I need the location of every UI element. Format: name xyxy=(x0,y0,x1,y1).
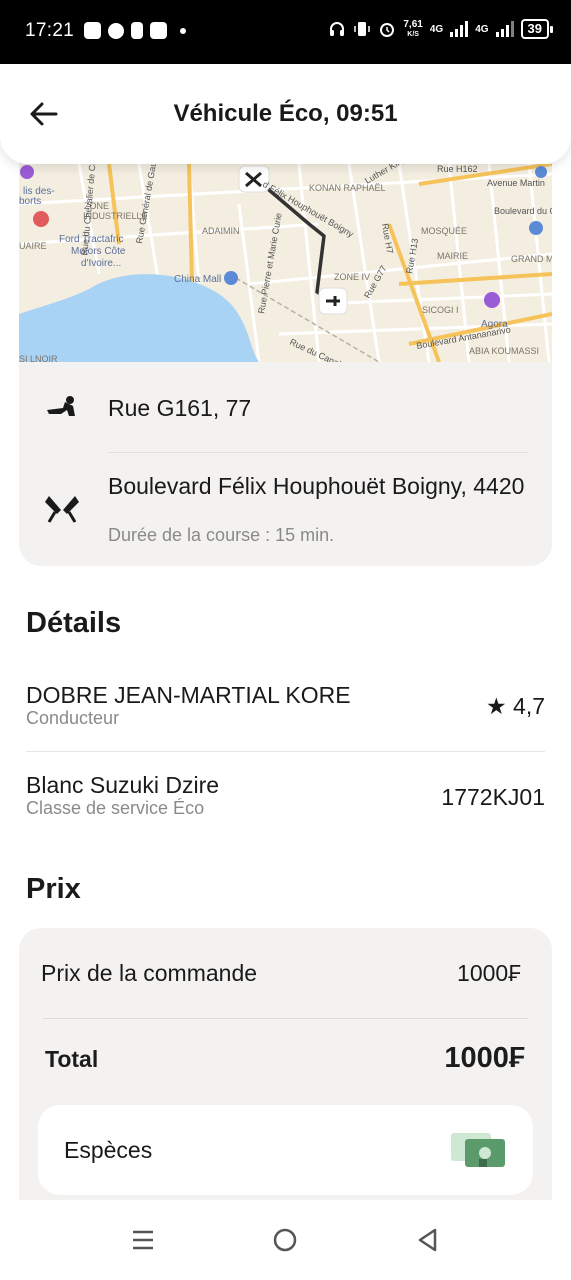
payment-method-label: Espèces xyxy=(64,1137,153,1163)
notification-icons xyxy=(84,22,186,39)
svg-text:MOSQUÉE: MOSQUÉE xyxy=(421,226,467,236)
destination-flags-icon xyxy=(45,496,79,523)
signal-icon-1 xyxy=(450,21,469,37)
price-card: Prix de la commande 1000₣ Total 1000₣ Es… xyxy=(19,928,552,1218)
headset-icon xyxy=(330,22,345,36)
svg-text:Avenue Martin: Avenue Martin xyxy=(487,178,545,188)
pickup-address: Rue G161, 77 xyxy=(108,395,252,421)
youtube-icon xyxy=(84,22,101,39)
payment-method[interactable]: Espèces xyxy=(38,1105,533,1195)
page-title: Véhicule Éco, 09:51 xyxy=(173,100,398,127)
pickup-person-icon xyxy=(47,396,75,416)
price-divider xyxy=(43,1018,528,1019)
order-price-label: Prix de la commande xyxy=(41,960,258,986)
svg-text:ADAIMIN: ADAIMIN xyxy=(202,226,240,236)
app-notification-icon xyxy=(150,22,167,39)
svg-text:Ford Tractafric: Ford Tractafric xyxy=(59,234,123,245)
svg-text:SICOGI I: SICOGI I xyxy=(422,305,459,315)
cash-icon xyxy=(451,1133,505,1167)
total-value: 1000₣ xyxy=(444,1042,525,1074)
alarm-icon xyxy=(380,23,395,37)
svg-text:UAIRE: UAIRE xyxy=(19,241,47,251)
network-type-2: 4G xyxy=(475,23,489,35)
more-notifications-icon xyxy=(180,27,186,34)
vibrate-icon xyxy=(354,22,371,36)
svg-text:Rue H162: Rue H162 xyxy=(437,164,478,174)
route-map[interactable]: ZONE INDUSTRIELLE ADAIMIN KONAN RAPHAËL … xyxy=(19,164,552,362)
home-icon[interactable] xyxy=(265,1220,305,1260)
svg-text:borts: borts xyxy=(19,196,41,207)
svg-text:SI LNOIR: SI LNOIR xyxy=(19,354,58,362)
back-nav-icon[interactable] xyxy=(408,1220,448,1260)
svg-text:GRAND M: GRAND M xyxy=(511,254,552,264)
network-speed: 7,61 K/S xyxy=(403,18,423,38)
network-type-1: 4G xyxy=(429,23,444,35)
svg-text:d'Ivoire...: d'Ivoire... xyxy=(81,258,121,269)
status-time: 17:21 xyxy=(25,20,75,41)
svg-text:KONAN RAPHAËL: KONAN RAPHAËL xyxy=(309,183,386,193)
driver-role: Conducteur xyxy=(26,708,120,728)
details-title: Détails xyxy=(26,607,122,639)
destination-address: Boulevard Félix Houphouët Boigny, 4420 xyxy=(108,473,525,499)
order-price-value: 1000₣ xyxy=(457,960,521,986)
total-label: Total xyxy=(45,1046,99,1072)
service-class: Classe de service Éco xyxy=(26,798,205,818)
svg-text:MAIRIE: MAIRIE xyxy=(437,251,468,261)
svg-text:China Mall: China Mall xyxy=(174,274,221,285)
top-header: Véhicule Éco, 09:51 xyxy=(0,64,571,164)
price-title: Prix xyxy=(26,873,81,905)
route-card: ZONE INDUSTRIELLE ADAIMIN KONAN RAPHAËL … xyxy=(19,120,552,566)
download-icon xyxy=(131,22,143,39)
driver-rating: ★ 4,7 xyxy=(486,693,545,719)
route-divider xyxy=(108,452,528,453)
svg-text:ABIA KOUMASSI: ABIA KOUMASSI xyxy=(469,346,539,356)
battery-indicator: 39 xyxy=(520,19,554,39)
snapchat-icon xyxy=(108,22,124,39)
svg-text:Boulevard du Gabon: Boulevard du Gabon xyxy=(494,206,552,216)
system-nav-bar xyxy=(0,1200,571,1280)
svg-text:ZONE IV: ZONE IV xyxy=(334,272,370,282)
driver-name: DOBRE JEAN-MARTIAL KORE xyxy=(26,682,351,708)
signal-icon-2 xyxy=(495,21,514,37)
recent-apps-icon[interactable] xyxy=(123,1220,163,1260)
status-bar: 17:21 7,61 K/S 4G 4G 39 xyxy=(0,0,571,64)
license-plate: 1772KJ01 xyxy=(441,784,545,810)
map-graphic: ZONE INDUSTRIELLE ADAIMIN KONAN RAPHAËL … xyxy=(19,164,552,362)
system-icons: 7,61 K/S 4G 4G 39 xyxy=(328,18,554,39)
car-model: Blanc Suzuki Dzire xyxy=(26,772,220,798)
details-divider xyxy=(26,751,545,752)
ride-duration: Durée de la course : 15 min. xyxy=(108,525,335,545)
